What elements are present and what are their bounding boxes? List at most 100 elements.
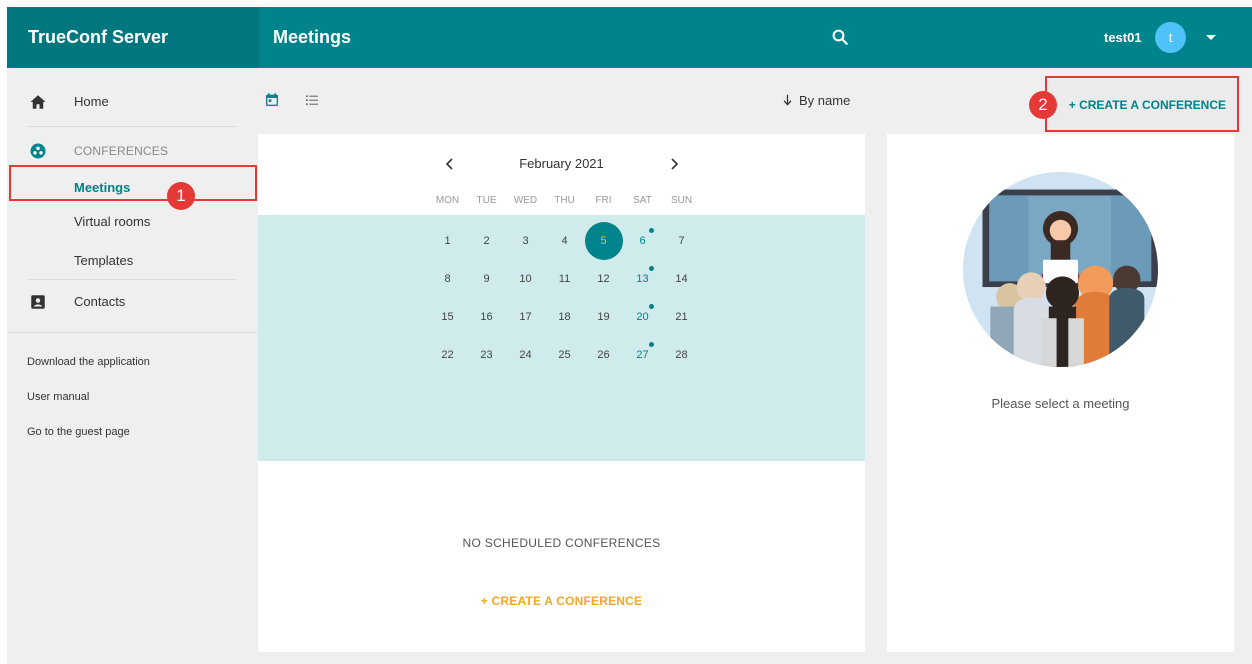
calendar-day[interactable]: 17 — [506, 298, 545, 336]
calendar-day-number: 22 — [441, 349, 454, 361]
event-dot-icon — [649, 342, 654, 347]
calendar-day[interactable]: 1 — [428, 222, 467, 260]
calendar-day[interactable]: 15 — [428, 298, 467, 336]
calendar-day[interactable]: 26 — [584, 336, 623, 374]
calendar-panel: February 2021 MON TUE WED THU FRI SAT SUN 1234… — [258, 134, 865, 652]
calendar-day-number: 5 — [600, 235, 607, 247]
calendar-day[interactable]: 10 — [506, 260, 545, 298]
calendar-day-number: 4 — [561, 235, 568, 247]
event-dot-icon — [649, 266, 654, 271]
calendar-day-number: 14 — [675, 273, 688, 285]
calendar-day[interactable]: 8 — [428, 260, 467, 298]
meeting-illustration — [963, 172, 1158, 367]
calendar-day[interactable]: 3 — [506, 222, 545, 260]
divider — [27, 126, 237, 127]
calendar-month-title: February 2021 — [519, 156, 604, 171]
calendar-day-number: 2 — [483, 235, 490, 247]
username[interactable]: test01 — [1104, 7, 1142, 68]
list-view-icon[interactable] — [304, 92, 320, 108]
empty-state-message: NO SCHEDULED CONFERENCES — [462, 536, 661, 550]
calendar-day[interactable]: 13 — [623, 260, 662, 298]
calendar-day[interactable]: 23 — [467, 336, 506, 374]
sidebar: Home CONFERENCES Meetings Virtual rooms … — [7, 68, 257, 664]
calendar-day[interactable]: 5 — [584, 222, 623, 260]
avatar[interactable]: t — [1155, 22, 1186, 53]
calendar-days: 1 2 3 4 5 6 7 8 9 10 11 12 13 14 15 16 17 18 19 20 21 22 23 24 2… — [258, 215, 865, 461]
calendar-day-number: 21 — [675, 311, 688, 323]
calendar-day-number: 8 — [444, 273, 451, 285]
calendar-day-number: 6 — [639, 235, 646, 247]
calendar-day[interactable]: 11 — [545, 260, 584, 298]
weekday-label: WED — [513, 195, 538, 206]
weekday-label: FRI — [595, 195, 612, 206]
calendar-day[interactable]: 28 — [662, 336, 701, 374]
calendar-day[interactable]: 21 — [662, 298, 701, 336]
top-bar: TrueConf Server Meetings test01 t — [7, 7, 1252, 68]
calendar-day-number: 19 — [597, 311, 610, 323]
divider — [7, 332, 257, 333]
select-meeting-message: Please select a meeting — [991, 396, 1130, 411]
callout-number: 2 — [1029, 91, 1057, 119]
weekday-label: THU — [554, 195, 575, 206]
page-title: Meetings — [273, 27, 352, 47]
calendar-header: February 2021 — [258, 154, 865, 174]
calendar-day-number: 24 — [519, 349, 532, 361]
sidebar-item-virtual-rooms[interactable]: Virtual rooms — [74, 214, 150, 229]
calendar-day-number: 17 — [519, 311, 532, 323]
sidebar-item-templates[interactable]: Templates — [74, 253, 133, 268]
calendar-day-number: 20 — [636, 311, 649, 323]
calendar-day-number: 15 — [441, 311, 454, 323]
calendar-day-number: 26 — [597, 349, 610, 361]
sort-by-name-button[interactable]: By name — [783, 93, 850, 108]
search-icon[interactable] — [831, 28, 849, 46]
calendar-day[interactable]: 22 — [428, 336, 467, 374]
conferences-section-label: CONFERENCES — [74, 144, 169, 158]
create-conference-link[interactable]: + CREATE A CONFERENCE — [258, 594, 865, 608]
calendar-day[interactable]: 14 — [662, 260, 701, 298]
chevron-right-icon[interactable] — [669, 157, 679, 171]
event-dot-icon — [649, 228, 654, 233]
sidebar-item-home[interactable]: Home — [7, 91, 257, 115]
weekday-label: TUE — [476, 195, 497, 206]
calendar-day-number: 25 — [558, 349, 571, 361]
callout-highlight-create — [1045, 76, 1239, 132]
calendar-day[interactable]: 16 — [467, 298, 506, 336]
calendar-day[interactable]: 18 — [545, 298, 584, 336]
sort-label: By name — [799, 93, 851, 108]
divider — [27, 279, 237, 280]
calendar-day[interactable]: 19 — [584, 298, 623, 336]
calendar-day[interactable]: 7 — [662, 222, 701, 260]
meeting-detail-panel: Please select a meeting — [887, 134, 1234, 652]
chevron-down-icon[interactable] — [1206, 35, 1216, 40]
callout-highlight-meetings — [9, 165, 257, 201]
calendar-day[interactable]: 9 — [467, 260, 506, 298]
brand-title[interactable]: TrueConf Server — [7, 7, 259, 68]
home-icon — [30, 95, 46, 109]
sidebar-item-label: Contacts — [74, 294, 126, 309]
calendar-day[interactable]: 12 — [584, 260, 623, 298]
guest-page-link[interactable]: Go to the guest page — [27, 426, 130, 438]
calendar-day-number: 3 — [522, 235, 529, 247]
calendar-day-number: 12 — [597, 273, 610, 285]
calendar-day[interactable]: 6 — [623, 222, 662, 260]
sidebar-item-contacts[interactable]: Contacts — [7, 291, 257, 315]
weekday-label: MON — [435, 195, 460, 206]
calendar-day-number: 11 — [558, 273, 571, 285]
calendar-day[interactable]: 2 — [467, 222, 506, 260]
calendar-day[interactable]: 4 — [545, 222, 584, 260]
calendar-day-number: 28 — [675, 349, 688, 361]
calendar-day[interactable]: 20 — [623, 298, 662, 336]
calendar-day-number: 13 — [636, 273, 649, 285]
calendar-view-icon[interactable] — [264, 92, 280, 108]
calendar-day-number: 7 — [678, 235, 685, 247]
event-dot-icon — [649, 304, 654, 309]
user-manual-link[interactable]: User manual — [27, 391, 89, 403]
calendar-day[interactable]: 24 — [506, 336, 545, 374]
calendar-day-number: 18 — [558, 311, 571, 323]
contact-card-icon — [31, 295, 45, 309]
calendar-day-number: 23 — [480, 349, 493, 361]
calendar-day[interactable]: 27 — [623, 336, 662, 374]
calendar-day[interactable]: 25 — [545, 336, 584, 374]
sidebar-section-conferences: CONFERENCES — [7, 140, 257, 164]
download-app-link[interactable]: Download the application — [27, 356, 150, 368]
